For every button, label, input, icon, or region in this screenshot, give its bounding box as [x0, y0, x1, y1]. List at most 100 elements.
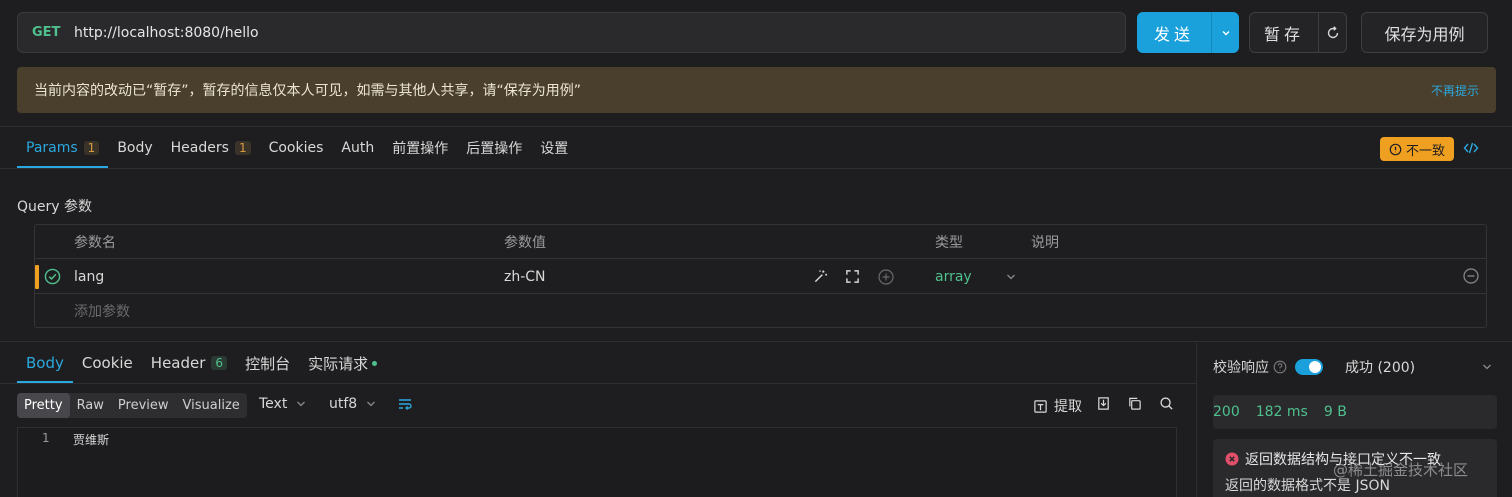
tab-response-header[interactable]: Header 6 [142, 343, 236, 383]
column-header-desc: 说明 [1031, 234, 1059, 251]
tab-label: Cookies [268, 140, 324, 156]
chevron-down-icon[interactable] [1212, 27, 1239, 39]
verify-toggle[interactable] [1295, 359, 1323, 375]
chevron-down-icon [367, 401, 376, 407]
tab-pre-request[interactable]: 前置操作 [383, 128, 457, 168]
param-type-select[interactable]: array [935, 269, 972, 285]
response-tabs-divider [0, 383, 1196, 384]
send-button-label: 发送 [1153, 24, 1194, 44]
save-as-case-button[interactable]: 保存为用例 [1361, 12, 1488, 53]
table-header: 参数名 参数值 类型 说明 [35, 225, 1486, 259]
tab-count-badge: 1 [83, 141, 100, 155]
modified-marker [35, 265, 39, 289]
tab-headers[interactable]: Headers 1 [162, 128, 260, 168]
chevron-down-icon[interactable] [1005, 271, 1017, 283]
tab-label: 设置 [540, 141, 569, 157]
column-header-type: 类型 [935, 234, 963, 251]
refresh-icon[interactable] [1319, 25, 1346, 41]
encoding-value: utf8 [329, 396, 358, 412]
extract-label: 提取 [1054, 399, 1082, 415]
banner-text: 当前内容的改动已“暂存”，暂存的信息仅本人可见，如需与其他人共享，请“保存为用例… [34, 83, 582, 99]
add-param-placeholder[interactable]: 添加参数 [74, 301, 130, 321]
tab-post-request[interactable]: 后置操作 [457, 128, 531, 168]
response-divider [0, 341, 1512, 342]
tab-params[interactable]: Params 1 [17, 128, 109, 168]
download-icon[interactable] [1096, 396, 1111, 411]
extract-button[interactable]: 提取 [1033, 396, 1082, 416]
tab-label: 实际请求 [308, 354, 369, 373]
tab-response-cookie[interactable]: Cookie [73, 343, 142, 383]
tab-label: Body [117, 140, 153, 156]
response-time: 182 ms [1255, 404, 1308, 420]
param-name-input[interactable]: lang [74, 269, 104, 285]
remove-circle-icon[interactable] [1463, 268, 1479, 284]
inconsistent-label: 不一致 [1405, 143, 1445, 159]
http-method[interactable]: GET [32, 25, 74, 40]
help-icon[interactable] [1273, 360, 1287, 374]
query-params-title: Query 参数 [17, 199, 92, 215]
encoding-select[interactable]: utf8 [329, 396, 377, 412]
tab-count-badge: 6 [211, 356, 228, 370]
tab-label: Body [26, 354, 64, 372]
format-pretty[interactable]: Pretty [17, 393, 70, 418]
format-raw[interactable]: Raw [70, 393, 111, 418]
query-params-table: 参数名 参数值 类型 说明 lang zh-CN array 添加参数 [34, 224, 1487, 328]
send-button[interactable]: 发送 [1137, 12, 1239, 53]
copy-icon[interactable] [1127, 396, 1142, 411]
add-circle-icon[interactable] [878, 269, 894, 285]
tab-actual-request[interactable]: 实际请求 [299, 343, 386, 383]
format-tabs: Pretty Raw Preview Visualize [17, 393, 247, 418]
response-editor[interactable]: 1 贾维斯 [17, 427, 1177, 497]
extract-icon [1034, 399, 1047, 413]
tab-cookies[interactable]: Cookies [260, 128, 333, 168]
tab-label: Params [26, 140, 78, 156]
expand-icon[interactable] [845, 269, 860, 284]
temp-save-banner: 当前内容的改动已“暂存”，暂存的信息仅本人可见，如需与其他人共享，请“保存为用例… [17, 67, 1496, 113]
tab-label: 控制台 [245, 354, 291, 373]
response-status-code: 200 [1213, 404, 1240, 420]
tab-body[interactable]: Body [108, 128, 161, 168]
format-preview[interactable]: Preview [111, 393, 176, 418]
tab-settings[interactable]: 设置 [531, 128, 577, 168]
response-content: 贾维斯 [73, 433, 110, 447]
url-input[interactable]: http://localhost:8080/hello [74, 25, 259, 41]
tab-label: Cookie [81, 354, 133, 372]
code-icon[interactable] [1463, 140, 1479, 156]
section-divider [0, 126, 1512, 127]
tab-response-body[interactable]: Body [17, 343, 73, 383]
check-circle-icon[interactable] [44, 268, 61, 285]
error-icon [1225, 452, 1239, 466]
url-bar[interactable]: GET http://localhost:8080/hello [17, 12, 1126, 53]
tab-console[interactable]: 控制台 [236, 343, 299, 383]
response-stats: 200 182 ms 9 B [1213, 395, 1497, 429]
tab-count-badge: 1 [234, 141, 251, 155]
chevron-down-icon [297, 401, 306, 407]
tab-label: Header [150, 354, 206, 372]
response-size: 9 B [1323, 404, 1347, 420]
response-tabs: Body Cookie Header 6 控制台 实际请求 [17, 343, 386, 383]
verify-result[interactable]: 成功 (200) [1345, 357, 1415, 377]
tab-label: Headers [170, 140, 229, 156]
status-dot [372, 360, 378, 366]
verify-response-row: 校验响应 成功 (200) [1213, 357, 1493, 377]
banner-dismiss-link[interactable]: 不再提示 [1431, 82, 1479, 99]
param-value-input[interactable]: zh-CN [504, 269, 546, 285]
add-param-row[interactable]: 添加参数 [35, 294, 1486, 328]
tab-auth[interactable]: Auth [332, 128, 383, 168]
tabs-divider [0, 168, 1512, 169]
content-type-select[interactable]: Text [259, 396, 307, 412]
temp-save-button[interactable]: 暂存 [1250, 21, 1318, 45]
table-row[interactable]: lang zh-CN array [35, 260, 1486, 294]
temp-save-group: 暂存 [1249, 12, 1347, 53]
format-visualize[interactable]: Visualize [176, 393, 247, 418]
column-header-value: 参数值 [504, 234, 546, 251]
search-icon[interactable] [1159, 396, 1174, 411]
tab-label: 前置操作 [392, 141, 449, 157]
info-icon [1389, 143, 1402, 155]
wrap-lines-icon[interactable] [397, 396, 413, 412]
request-tabs: Params 1 Body Headers 1 Cookies Auth 前置操… [17, 128, 577, 168]
tab-label: Auth [341, 140, 375, 156]
magic-wand-icon[interactable] [813, 269, 828, 284]
chevron-down-icon[interactable] [1481, 361, 1493, 373]
inconsistent-badge[interactable]: 不一致 [1380, 137, 1454, 161]
